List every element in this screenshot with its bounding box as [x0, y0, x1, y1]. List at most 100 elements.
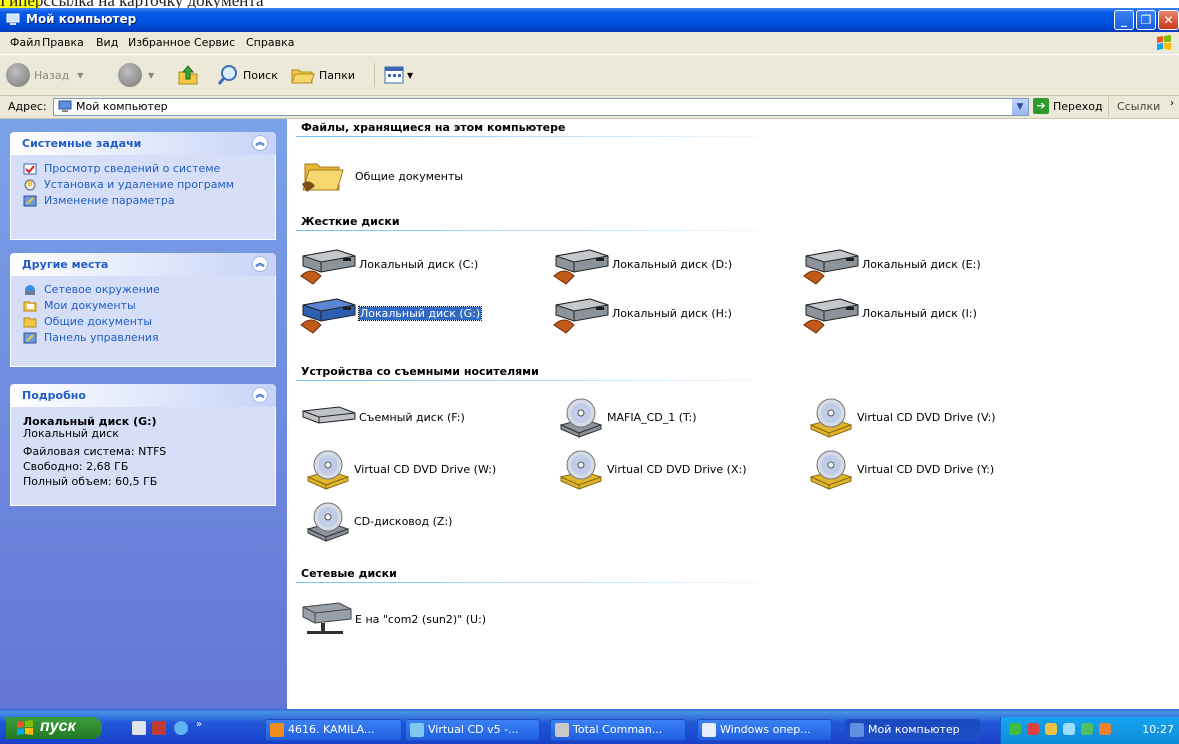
back-dropdown-icon: ▼: [77, 70, 84, 80]
task-add-remove-programs[interactable]: Установка и удаление программ: [23, 179, 263, 191]
views-button[interactable]: ▼: [384, 61, 413, 89]
network-places-icon: [25, 285, 35, 295]
control-panel-icon: [23, 332, 37, 344]
taskbar-task[interactable]: 4616. KAMILA...: [265, 719, 402, 741]
system-tasks-title: Системные задачи: [22, 137, 142, 150]
menu-favorites[interactable]: Избранное: [128, 36, 190, 49]
removable-disk-icon: [302, 406, 356, 424]
hard-drive-item[interactable]: Локальный диск (E:): [802, 244, 981, 285]
network-drive-item[interactable]: E на "com2 (sun2)" (U:): [299, 599, 486, 639]
cd-drive-item[interactable]: Virtual CD DVD Drive (W:): [304, 449, 496, 490]
control-panel-icon: [23, 195, 37, 207]
other-places-title: Другие места: [22, 258, 109, 271]
address-input[interactable]: Мой компьютер ▼: [53, 98, 1029, 116]
back-arrow-icon: [6, 63, 30, 87]
menu-help[interactable]: Справка: [246, 36, 294, 49]
cd-drive-icon: [809, 398, 853, 438]
folders-icon: [291, 69, 315, 84]
item-label: Локальный диск (E:): [862, 257, 981, 271]
task-view-system-info[interactable]: Просмотр сведений о системе: [23, 163, 263, 175]
group-divider: [296, 582, 796, 583]
cd-drive-icon: [306, 450, 350, 490]
quicklaunch-more-icon[interactable]: »: [196, 719, 202, 730]
search-button[interactable]: Поиск: [216, 61, 278, 89]
quicklaunch-browser-icon[interactable]: [174, 721, 188, 735]
place-label: Панель управления: [44, 331, 159, 344]
back-button[interactable]: Назад ▼: [6, 61, 83, 89]
clock: 10:27: [1142, 723, 1174, 736]
collapse-icon[interactable]: ︽: [252, 135, 268, 151]
cd-drive-item[interactable]: MAFIA_CD_1 (T:): [557, 397, 697, 438]
place-label: Общие документы: [44, 315, 153, 328]
collapse-icon[interactable]: ︽: [252, 256, 268, 272]
tray-icon[interactable]: [1063, 723, 1075, 735]
menu-view[interactable]: Вид: [96, 36, 118, 49]
place-shared-documents[interactable]: Общие документы: [23, 316, 263, 328]
hard-drive-icon: [553, 298, 609, 334]
toolbar-separator: [374, 63, 375, 87]
folders-button[interactable]: Папки: [290, 61, 355, 89]
cd-drive-item[interactable]: CD-дисковод (Z:): [304, 501, 452, 542]
hard-drive-item[interactable]: Локальный диск (D:): [552, 244, 732, 285]
removable-disk-item[interactable]: Съемный диск (F:): [299, 397, 465, 437]
maximize-button[interactable]: ❐: [1136, 10, 1156, 30]
shared-documents-item[interactable]: Общие документы: [299, 156, 463, 196]
task-label: Windows опер...: [720, 723, 811, 736]
hard-drive-icon: [300, 298, 356, 334]
tray-icon[interactable]: [1045, 723, 1057, 735]
taskbar-task[interactable]: Virtual CD v5 -...: [405, 719, 540, 741]
system-tasks-panel: Системные задачи ︽ Просмотр сведений о с…: [10, 132, 276, 240]
address-label: Адрес:: [8, 100, 47, 113]
task-pane: Системные задачи ︽ Просмотр сведений о с…: [0, 119, 287, 709]
tray-icon[interactable]: [1099, 723, 1111, 735]
group-network-drives: Сетевые диски: [301, 567, 397, 580]
hard-drive-item[interactable]: Локальный диск (C:): [299, 244, 478, 285]
quicklaunch-desktop-icon[interactable]: [132, 721, 146, 735]
tray-icon[interactable]: [1027, 723, 1039, 735]
place-control-panel[interactable]: Панель управления: [23, 332, 263, 344]
details-header[interactable]: Подробно ︽: [10, 384, 276, 407]
cd-drive-item[interactable]: Virtual CD DVD Drive (X:): [557, 449, 747, 490]
taskbar-task[interactable]: Windows опер...: [697, 719, 832, 741]
menu-file[interactable]: Файл: [10, 36, 40, 49]
collapse-icon[interactable]: ︽: [252, 387, 268, 403]
search-icon: [217, 65, 237, 85]
links-button[interactable]: Ссылки: [1117, 100, 1160, 113]
address-dropdown-icon[interactable]: ▼: [1012, 99, 1028, 115]
system-tasks-header[interactable]: Системные задачи ︽: [10, 132, 276, 155]
taskbar-task-active[interactable]: Мой компьютер: [845, 719, 980, 741]
place-label: Мои документы: [44, 299, 136, 312]
forward-button[interactable]: ▼: [118, 61, 154, 89]
task-change-setting[interactable]: Изменение параметра: [23, 195, 263, 207]
other-places-header[interactable]: Другие места ︽: [10, 253, 276, 276]
title-bar[interactable]: Мой компьютер _ ❐ ✕: [0, 8, 1179, 32]
up-button[interactable]: [176, 61, 200, 89]
place-network[interactable]: Сетевое окружение: [23, 284, 263, 296]
hard-drive-item[interactable]: Локальный диск (H:): [552, 293, 732, 334]
back-label: Назад: [34, 68, 70, 82]
item-label: Локальный диск (I:): [862, 306, 977, 320]
menu-edit[interactable]: Правка: [42, 36, 84, 49]
quicklaunch-app-icon[interactable]: [152, 721, 166, 735]
my-computer-icon: [58, 100, 72, 112]
cd-drive-icon: [306, 502, 350, 542]
hard-drive-item[interactable]: Локальный диск (I:): [802, 293, 977, 334]
menu-tools[interactable]: Сервис: [194, 36, 235, 49]
tray-icon[interactable]: [1081, 723, 1093, 735]
hard-drive-item-selected[interactable]: Локальный диск (G:): [299, 293, 483, 334]
taskbar-task[interactable]: Total Comman...: [550, 719, 686, 741]
minimize-button[interactable]: _: [1114, 10, 1134, 30]
task-app-icon: [702, 723, 716, 737]
start-button[interactable]: пуск: [6, 717, 102, 739]
cd-drive-item[interactable]: Virtual CD DVD Drive (V:): [807, 397, 996, 438]
place-my-documents[interactable]: Мои документы: [23, 300, 263, 312]
item-label: Общие документы: [355, 169, 464, 183]
hard-drive-icon: [553, 249, 609, 285]
tray-icon[interactable]: [1009, 723, 1021, 735]
task-app-icon: [270, 723, 284, 737]
close-button[interactable]: ✕: [1158, 10, 1179, 30]
cd-drive-item[interactable]: Virtual CD DVD Drive (Y:): [807, 449, 994, 490]
go-button[interactable]: ➔ Переход: [1033, 98, 1103, 114]
links-chevron-icon[interactable]: ›: [1170, 98, 1174, 109]
task-label: Установка и удаление программ: [44, 178, 235, 191]
